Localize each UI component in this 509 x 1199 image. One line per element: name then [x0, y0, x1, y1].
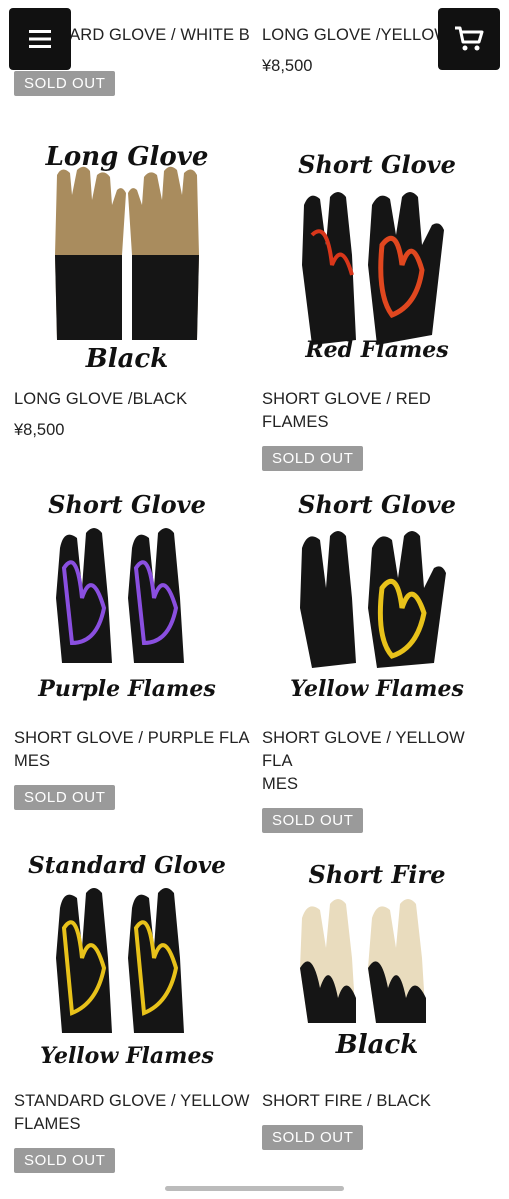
sold-out-badge: SOLD OUT [262, 1125, 364, 1150]
product-card[interactable]: SHORT FIRE / BLACK SOLD OUT [262, 1090, 500, 1150]
image-caption-bottom: Purple Flames [37, 676, 215, 702]
image-caption-bottom: Black [335, 1030, 419, 1060]
sold-out-badge: SOLD OUT [14, 785, 116, 810]
product-title[interactable]: SHORT GLOVE / YELLOW FLA MES [262, 727, 500, 796]
product-price: ¥8,500 [14, 421, 65, 439]
product-image[interactable]: Long Glove Black [22, 135, 232, 385]
sold-out-badge: SOLD OUT [14, 71, 116, 96]
product-image[interactable]: Short Glove Red Flames [272, 135, 482, 385]
product-image[interactable]: Short Fire Black [272, 838, 482, 1088]
image-caption-bottom: Red Flames [304, 337, 448, 363]
cart-icon [455, 26, 484, 51]
sold-out-badge: SOLD OUT [262, 446, 364, 471]
sold-out-badge: SOLD OUT [262, 808, 364, 833]
home-indicator [165, 1186, 344, 1191]
product-title[interactable]: SHORT GLOVE / PURPLE FLA MES [14, 727, 252, 773]
product-title[interactable]: SHORT GLOVE / RED FLAMES [262, 388, 500, 434]
product-title[interactable]: STANDARD GLOVE / YELLOW FLAMES [14, 1090, 252, 1136]
image-caption-top: Short Glove [298, 490, 456, 519]
product-title[interactable]: LONG GLOVE /BLACK [14, 388, 252, 411]
product-card[interactable]: SHORT GLOVE / PURPLE FLA MES SOLD OUT [14, 727, 252, 810]
product-image[interactable]: Short Glove Purple Flames [22, 478, 232, 728]
product-image[interactable]: Standard Glove Yellow Flames [22, 838, 232, 1088]
product-card[interactable]: SHORT GLOVE / RED FLAMES SOLD OUT [262, 388, 500, 471]
image-caption-bottom: Yellow Flames [40, 1043, 214, 1069]
image-caption-top: Short Fire [309, 860, 446, 889]
image-caption-bottom: Black [85, 344, 169, 374]
sold-out-badge: SOLD OUT [14, 1148, 116, 1173]
hamburger-icon [29, 30, 51, 48]
product-title[interactable]: SHORT FIRE / BLACK [262, 1090, 500, 1113]
image-caption-top: Long Glove [45, 142, 209, 172]
image-caption-top: Short Glove [298, 150, 456, 179]
cart-button[interactable] [438, 8, 500, 70]
image-caption-top: Short Glove [48, 490, 206, 519]
image-caption-top: Standard Glove [28, 852, 226, 879]
product-card[interactable]: LONG GLOVE /BLACK ¥8,500 [14, 388, 252, 440]
product-card[interactable]: SHORT GLOVE / YELLOW FLA MES SOLD OUT [262, 727, 500, 833]
product-card[interactable]: STANDARD GLOVE / YELLOW FLAMES SOLD OUT [14, 1090, 252, 1173]
menu-button[interactable] [9, 8, 71, 70]
image-caption-bottom: Yellow Flames [290, 676, 464, 702]
product-image[interactable]: Short Glove Yellow Flames [272, 478, 482, 728]
